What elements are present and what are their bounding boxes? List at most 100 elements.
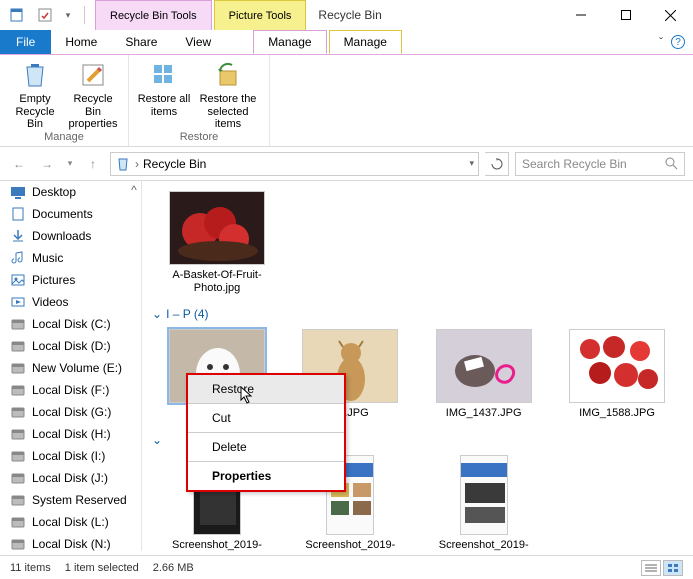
context-cut[interactable]: Cut xyxy=(188,404,344,433)
properties-icon xyxy=(77,59,109,91)
tree-item-icon xyxy=(10,338,26,354)
tree-item-label: Documents xyxy=(32,207,93,221)
file-name: A-Basket-Of-Fruit-Photo.jpg xyxy=(167,269,267,295)
help-icon[interactable]: ? xyxy=(671,35,685,49)
back-button[interactable]: ← xyxy=(8,153,30,175)
recent-locations-dropdown[interactable]: ▾ xyxy=(64,153,76,175)
address-bar: ← → ▾ ↑ › Recycle Bin ▾ Search Recycle B… xyxy=(0,147,693,181)
file-name: Screenshot_2019-06-13-22-56-05.png xyxy=(300,539,400,551)
breadcrumb-dropdown-icon[interactable]: ▾ xyxy=(469,158,474,169)
tree-item-label: Local Disk (J:) xyxy=(32,471,108,485)
tree-item[interactable]: Local Disk (H:) xyxy=(0,423,141,445)
status-item-count: 11 items xyxy=(10,562,51,574)
file-item[interactable]: IMG_1588.JPG xyxy=(562,329,672,420)
contextual-tab-picture[interactable]: Picture Tools xyxy=(214,0,307,30)
tree-item-label: Local Disk (L:) xyxy=(32,515,109,529)
tree-item[interactable]: Music xyxy=(0,247,141,269)
tab-view[interactable]: View xyxy=(171,30,225,54)
tree-item[interactable]: Local Disk (D:) xyxy=(0,335,141,357)
contextual-tab-recycle[interactable]: Recycle Bin Tools xyxy=(95,0,212,30)
tree-item-icon xyxy=(10,206,26,222)
tab-manage-recycle[interactable]: Manage xyxy=(253,30,326,54)
refresh-button[interactable] xyxy=(485,152,509,176)
tree-item-label: Local Disk (I:) xyxy=(32,449,105,463)
tree-item-label: Local Disk (C:) xyxy=(32,317,111,331)
tab-home[interactable]: Home xyxy=(51,30,111,54)
tree-item[interactable]: Local Disk (G:) xyxy=(0,401,141,423)
tree-item[interactable]: System Reserved xyxy=(0,489,141,511)
file-name: Screenshot_2019-06-13-22-56-15.png xyxy=(434,539,534,551)
tree-item[interactable]: Local Disk (J:) xyxy=(0,467,141,489)
status-selection: 1 item selected xyxy=(65,562,139,574)
breadcrumb-location[interactable]: Recycle Bin xyxy=(143,157,206,171)
tree-item[interactable]: Local Disk (I:) xyxy=(0,445,141,467)
context-delete[interactable]: Delete xyxy=(188,433,344,462)
file-item[interactable]: A-Basket-Of-Fruit-Photo.jpg xyxy=(162,191,272,295)
tree-item-icon xyxy=(10,514,26,530)
tree-item-label: Local Disk (H:) xyxy=(32,427,111,441)
tree-item-icon xyxy=(10,360,26,376)
tree-item[interactable]: Downloads xyxy=(0,225,141,247)
tree-item[interactable]: Local Disk (C:) xyxy=(0,313,141,335)
qat-dropdown-icon[interactable]: ▾ xyxy=(62,4,74,26)
thumbnail xyxy=(569,329,665,403)
restore-selected-button[interactable]: Restore the selected items xyxy=(193,59,263,131)
navigation-pane[interactable]: ^ Desktop Documents DownloadsMusicPictures… xyxy=(0,181,142,551)
thumbnail-view-button[interactable] xyxy=(663,560,683,576)
file-item[interactable]: IMG_1437.JPG xyxy=(429,329,539,420)
ribbon-group-manage: Empty Recycle Bin Recycle Bin properties… xyxy=(0,55,129,146)
qat-properties-icon[interactable] xyxy=(34,4,56,26)
recycle-bin-icon xyxy=(115,156,131,172)
ribbon-label: Restore all items xyxy=(135,93,193,118)
context-properties[interactable]: Properties xyxy=(188,462,344,490)
tree-item[interactable]: Videos xyxy=(0,291,141,313)
empty-recycle-bin-button[interactable]: Empty Recycle Bin xyxy=(6,59,64,131)
tree-item-icon xyxy=(10,294,26,310)
context-restore[interactable]: Restore xyxy=(188,375,344,404)
tree-item[interactable]: Desktop xyxy=(0,181,141,203)
tab-share[interactable]: Share xyxy=(111,30,171,54)
tree-item-label: Videos xyxy=(32,295,68,309)
restore-all-button[interactable]: Restore all items xyxy=(135,59,193,118)
recycle-bin-empty-icon xyxy=(19,59,51,91)
up-button[interactable]: ↑ xyxy=(82,153,104,175)
qat-file-icon[interactable] xyxy=(6,4,28,26)
tree-item[interactable]: Local Disk (L:) xyxy=(0,511,141,533)
tree-item-label: System Reserved xyxy=(32,493,127,507)
tree-item[interactable]: Local Disk (F:) xyxy=(0,379,141,401)
file-list[interactable]: A-Basket-Of-Fruit-Photo.jpg ⌄ I – P (4) … xyxy=(142,181,693,551)
ribbon: Empty Recycle Bin Recycle Bin properties… xyxy=(0,55,693,147)
tree-item-icon xyxy=(10,184,26,200)
chevron-down-icon: ⌄ xyxy=(152,307,162,321)
qat-separator xyxy=(84,6,85,24)
minimize-button[interactable] xyxy=(558,0,603,30)
status-bar: 11 items 1 item selected 2.66 MB xyxy=(0,555,693,579)
cursor-icon xyxy=(240,386,256,404)
context-menu: Restore Cut Delete Properties xyxy=(186,373,346,492)
collapse-ribbon-icon[interactable]: ˇ xyxy=(659,35,663,49)
tree-item-icon xyxy=(10,448,26,464)
tab-manage-picture[interactable]: Manage xyxy=(329,30,402,54)
close-button[interactable] xyxy=(648,0,693,30)
breadcrumb[interactable]: › Recycle Bin ▾ xyxy=(110,152,479,176)
forward-button[interactable]: → xyxy=(36,153,58,175)
file-name: IMG_1588.JPG xyxy=(579,407,655,420)
search-input[interactable]: Search Recycle Bin xyxy=(515,152,685,176)
ribbon-group-restore: Restore all items Restore the selected i… xyxy=(129,55,270,146)
maximize-button[interactable] xyxy=(603,0,648,30)
tree-item[interactable]: Documents xyxy=(0,203,141,225)
file-item[interactable]: Screenshot_2019-06-13-22-56-15.png xyxy=(429,455,539,551)
tree-item[interactable]: Pictures xyxy=(0,269,141,291)
file-name: IMG_1437.JPG xyxy=(446,407,522,420)
tree-item[interactable]: Local Disk (N:) xyxy=(0,533,141,551)
scrollbar-up[interactable]: ^ xyxy=(129,183,139,193)
details-view-button[interactable] xyxy=(641,560,661,576)
tab-file[interactable]: File xyxy=(0,30,51,54)
tree-item-icon xyxy=(10,404,26,420)
group-header[interactable]: ⌄ I – P (4) xyxy=(152,307,683,321)
titlebar: ▾ Recycle Bin Tools Picture Tools Recycl… xyxy=(0,0,693,30)
tree-item-icon xyxy=(10,470,26,486)
recycle-bin-properties-button[interactable]: Recycle Bin properties xyxy=(64,59,122,131)
restore-selected-icon xyxy=(212,59,244,91)
tree-item[interactable]: New Volume (E:) xyxy=(0,357,141,379)
